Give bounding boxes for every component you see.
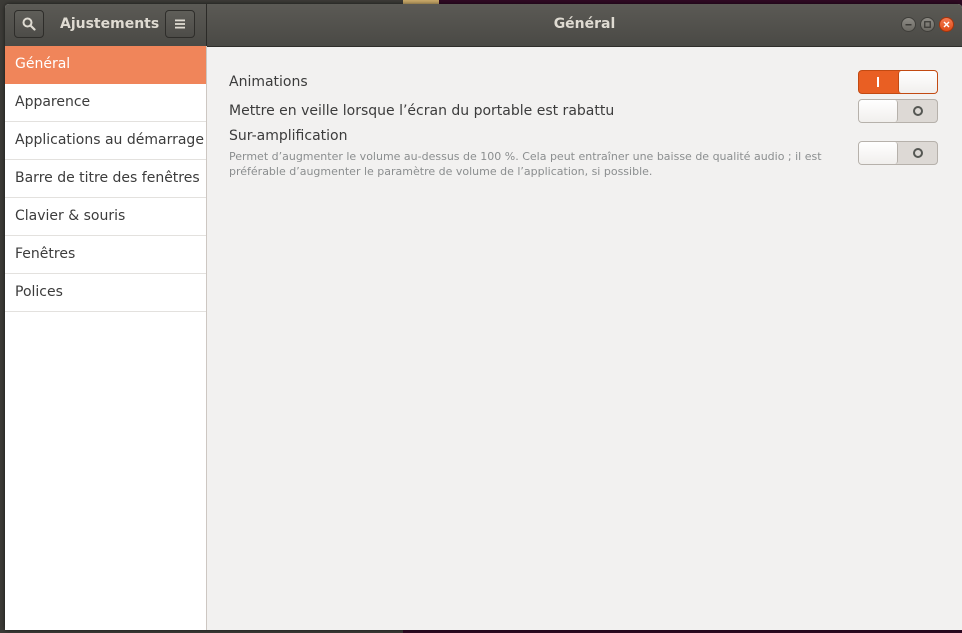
sidebar-item-keyboard-mouse[interactable]: Clavier & souris [5,198,206,236]
sidebar-item-fonts[interactable]: Polices [5,274,206,312]
switch-off-icon [913,106,923,116]
app-title: Ajustements [60,16,160,32]
over-amplification-label: Sur-amplification [229,128,348,144]
menu-button[interactable] [165,10,195,38]
settings-panel: Animations Mettre en veille lorsque l’éc… [207,46,962,630]
hamburger-menu-icon [175,19,185,29]
window-controls [901,17,954,32]
switch-knob [859,142,898,164]
over-amplification-switch[interactable] [858,141,938,165]
close-icon [943,21,950,28]
over-amplification-description: Permet d’augmenter le volume au-dessus d… [229,150,822,178]
header-bar: Ajustements Général [5,4,962,47]
switch-on-icon [877,77,879,87]
switch-off-icon [913,148,923,158]
sidebar-item-windows[interactable]: Fenêtres [5,236,206,274]
header-bar-left: Ajustements [5,4,207,46]
close-button[interactable] [939,17,954,32]
sidebar: Général Apparence Applications au démarr… [5,46,207,630]
minimize-icon [905,24,912,26]
switch-knob [898,71,937,93]
sidebar-item-startup-applications[interactable]: Applications au démarrage [5,122,206,160]
maximize-button[interactable] [920,17,935,32]
suspend-on-lid-close-switch[interactable] [858,99,938,123]
maximize-icon [924,21,931,28]
switch-knob [859,100,898,122]
search-icon [22,17,36,31]
tweaks-window: Ajustements Général Général Apparence Ap… [5,4,962,630]
minimize-button[interactable] [901,17,916,32]
sidebar-item-appearance[interactable]: Apparence [5,84,206,122]
animations-switch[interactable] [858,70,938,94]
search-button[interactable] [14,10,44,38]
suspend-on-lid-close-label: Mettre en veille lorsque l’écran du port… [229,103,615,119]
sidebar-item-general[interactable]: Général [5,46,206,84]
animations-label: Animations [229,74,308,90]
sidebar-item-window-titlebars[interactable]: Barre de titre des fenêtres [5,160,206,198]
page-title: Général [553,16,616,32]
